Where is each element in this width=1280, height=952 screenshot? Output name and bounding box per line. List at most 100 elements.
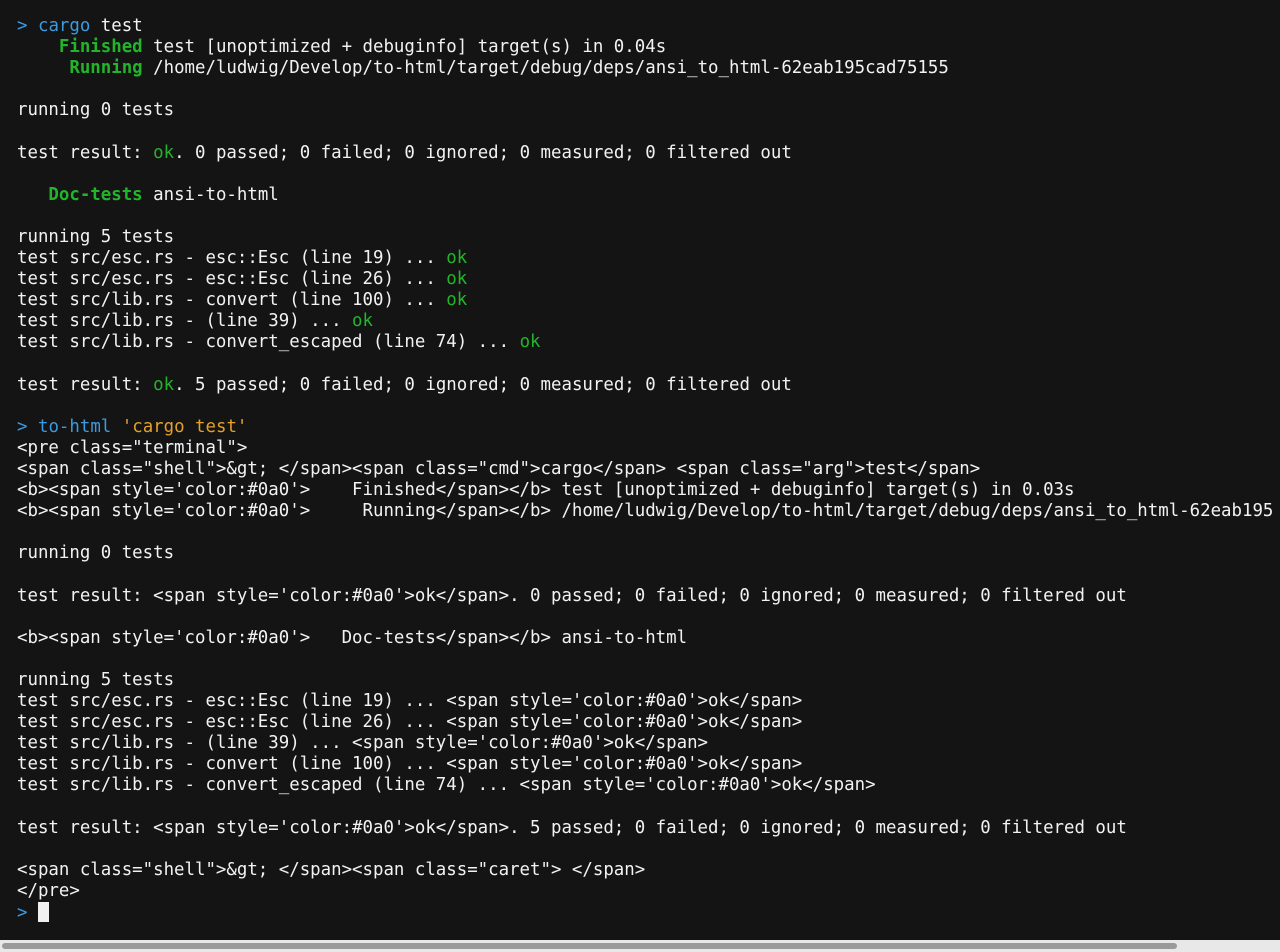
terminal-text: test src/lib.rs - (line 39) ... [17,311,353,332]
terminal-line: ​ [17,396,1273,417]
terminal-text: ansi-to-html [142,184,279,205]
terminal-line: running 5 tests [17,227,1273,248]
terminal-text-blue: > [17,16,28,36]
terminal-text: test src/esc.rs - esc::Esc (line 19) ... [17,248,447,269]
terminal-text: running 5 tests [17,669,175,690]
terminal-line: > cargo test [17,16,1273,37]
terminal-line: running 0 tests [17,100,1273,121]
terminal-text: test result: [17,374,154,395]
terminal-text: <b><span style='color:#0a0'> Finished</s… [17,480,1075,501]
terminal-line: test src/lib.rs - convert_escaped (line … [17,775,1273,796]
terminal-text-blue: > [17,416,28,437]
terminal-text: test [90,16,143,36]
terminal-text: test [unoptimized + debuginfo] target(s)… [142,37,667,58]
terminal-output: > cargo test Finished test [unoptimized … [17,16,1273,923]
terminal-text: test src/esc.rs - esc::Esc (line 26) ... [17,269,447,290]
terminal-line: running 0 tests [17,543,1273,564]
terminal-text: running 5 tests [17,226,175,247]
horizontal-scrollbar[interactable] [0,940,1280,952]
terminal-line: ​ [17,79,1273,100]
terminal-text-green: ok [446,248,468,269]
terminal-line: test src/esc.rs - esc::Esc (line 26) ...… [17,269,1273,290]
terminal-text: running 0 tests [17,100,175,121]
terminal-text: <pre class="terminal"> [17,437,248,458]
terminal-line: ​ [17,839,1273,860]
terminal-line: ​ [17,164,1273,185]
terminal-line: <span class="shell">&gt; </span><span cl… [17,860,1273,881]
terminal-line: test result: ok. 5 passed; 0 failed; 0 i… [17,375,1273,396]
terminal-line: > [17,901,1273,923]
terminal-line: Doc-tests ansi-to-html [17,185,1273,206]
terminal-text-green-bold: Finished [58,37,143,58]
terminal-line: ​ [17,206,1273,227]
terminal-line: ​ [17,564,1273,585]
terminal-line: test src/lib.rs - convert (line 100) ...… [17,290,1273,311]
terminal-text-green-bold: Running [69,58,143,79]
terminal-text: . 0 passed; 0 failed; 0 ignored; 0 measu… [174,142,792,163]
terminal-line: Running /home/ludwig/Develop/to-html/tar… [17,58,1273,79]
terminal-text: . 5 passed; 0 failed; 0 ignored; 0 measu… [174,374,792,395]
terminal-text: test src/lib.rs - convert (line 100) ... [17,290,447,311]
terminal-line: <span class="shell">&gt; </span><span cl… [17,459,1273,480]
terminal-line: </pre> [17,881,1273,902]
terminal-text-blue: cargo [37,16,91,36]
terminal-cursor [37,901,49,922]
terminal-line: test src/esc.rs - esc::Esc (line 19) ...… [17,691,1273,712]
terminal-line: <b><span style='color:#0a0'> Running</sp… [17,501,1273,522]
terminal-text-green: ok [153,374,175,395]
terminal-text: test src/lib.rs - convert_escaped (line … [17,332,520,353]
terminal-text: <b><span style='color:#0a0'> Doc-tests</… [17,627,688,648]
terminal-text: /home/ludwig/Develop/to-html/target/debu… [142,58,949,79]
terminal-text: test src/lib.rs - convert (line 100) ...… [17,754,803,775]
terminal-text-green: ok [352,311,373,332]
terminal-text: test src/esc.rs - esc::Esc (line 19) ...… [17,691,803,711]
terminal-line: ​ [17,522,1273,543]
terminal-line: ​ [17,121,1273,142]
terminal-line: ​ [17,649,1273,670]
terminal-text-orange: 'cargo test' [121,416,248,437]
terminal-line: test result: ok. 0 passed; 0 failed; 0 i… [17,143,1273,164]
terminal-line: test result: <span style='color:#0a0'>ok… [17,586,1273,607]
terminal-text-green: ok [519,332,541,353]
terminal-text-green: ok [446,269,468,290]
terminal-line: test src/lib.rs - (line 39) ... <span st… [17,733,1273,754]
terminal-text: running 0 tests [17,543,175,564]
terminal-line: test src/esc.rs - esc::Esc (line 26) ...… [17,712,1273,733]
terminal-line: ​ [17,607,1273,628]
terminal-line: test src/esc.rs - esc::Esc (line 19) ...… [17,248,1273,269]
terminal-line: <b><span style='color:#0a0'> Finished</s… [17,480,1273,501]
terminal-text-blue: to-html [37,416,112,437]
terminal-text: test result: <span style='color:#0a0'>ok… [17,817,1127,838]
terminal-line: test src/lib.rs - (line 39) ... ok [17,311,1273,332]
terminal-text: test src/lib.rs - convert_escaped (line … [17,775,876,796]
terminal-line: > to-html 'cargo test' [17,417,1273,438]
terminal-text: <span class="shell">&gt; </span><span cl… [17,859,646,880]
terminal-window[interactable]: > cargo test Finished test [unoptimized … [0,0,1280,952]
terminal-line: ​ [17,796,1273,817]
terminal-text-green-bold: Doc-tests [48,184,143,205]
terminal-text: test src/lib.rs - (line 39) ... <span st… [17,733,709,754]
terminal-text: test src/esc.rs - esc::Esc (line 26) ...… [17,712,803,733]
terminal-text: test result: [17,142,154,163]
terminal-line: test src/lib.rs - convert (line 100) ...… [17,754,1273,775]
terminal-text: <span class="shell">&gt; </span><span cl… [17,458,981,479]
terminal-line: running 5 tests [17,670,1273,691]
scrollbar-thumb[interactable] [2,943,1177,949]
terminal-text-green: ok [446,290,468,311]
terminal-line: test src/lib.rs - convert_escaped (line … [17,332,1273,353]
terminal-text-blue: > [17,902,28,923]
terminal-text: <b><span style='color:#0a0'> Running</sp… [17,501,1274,522]
terminal-line: <b><span style='color:#0a0'> Doc-tests</… [17,628,1273,649]
terminal-text: test result: <span style='color:#0a0'>ok… [17,585,1127,606]
terminal-text-green: ok [153,142,175,163]
terminal-line: Finished test [unoptimized + debuginfo] … [17,37,1273,58]
terminal-line: ​ [17,354,1273,375]
terminal-text: </pre> [17,880,80,901]
